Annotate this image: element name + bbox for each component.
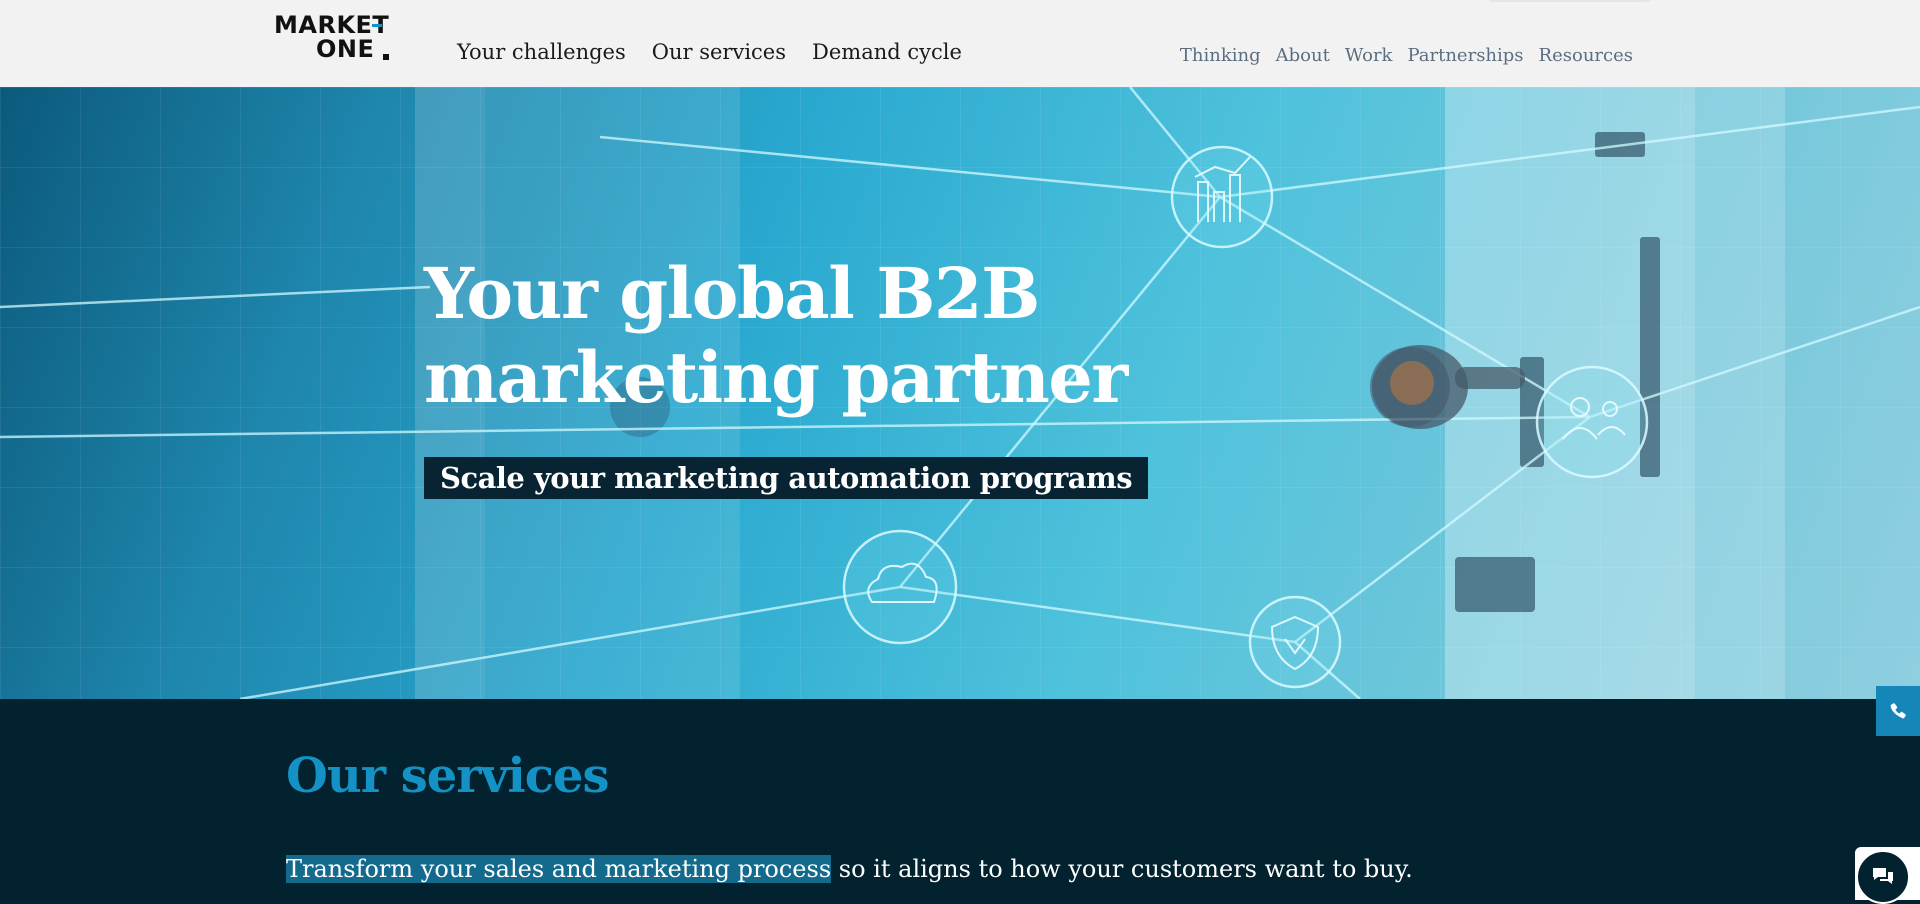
nav-our-services[interactable]: Our services: [652, 40, 786, 64]
logo-line-2: ONE: [316, 35, 375, 63]
nav-work[interactable]: Work: [1345, 45, 1393, 66]
hero-banner: Your global B2B marketing partner Scale …: [0, 87, 1920, 699]
chat-button[interactable]: [1856, 850, 1910, 904]
services-intro-rest: so it aligns to how your customers want …: [831, 855, 1413, 883]
nav-about[interactable]: About: [1276, 45, 1330, 66]
secondary-nav: Thinking About Work Partnerships Resourc…: [1180, 45, 1633, 66]
site-header: MARKET ONE Your challenges Our services …: [0, 0, 1920, 87]
nav-resources[interactable]: Resources: [1539, 45, 1633, 66]
marketone-logo[interactable]: MARKET ONE: [274, 12, 398, 63]
services-heading: Our services: [286, 748, 609, 804]
nav-partnerships[interactable]: Partnerships: [1407, 45, 1523, 66]
primary-nav: Your challenges Our services Demand cycl…: [457, 40, 962, 64]
hero-title: Your global B2B marketing partner: [424, 252, 1128, 419]
services-intro-highlight: Transform your sales and marketing proce…: [286, 855, 832, 883]
nav-thinking[interactable]: Thinking: [1180, 45, 1261, 66]
hero-subtitle: Scale your marketing automation programs: [424, 457, 1149, 499]
phone-icon: [1890, 703, 1906, 719]
phone-button[interactable]: [1876, 686, 1920, 736]
header-tab[interactable]: [1486, 0, 1654, 2]
logo-accent: [372, 24, 382, 27]
chat-icon: [1873, 868, 1893, 884]
logo-dot: [383, 54, 389, 60]
services-section: Our services Transform your sales and ma…: [0, 699, 1920, 900]
services-intro: Transform your sales and marketing proce…: [286, 855, 1413, 883]
nav-demand-cycle[interactable]: Demand cycle: [812, 40, 962, 64]
nav-your-challenges[interactable]: Your challenges: [457, 40, 626, 64]
